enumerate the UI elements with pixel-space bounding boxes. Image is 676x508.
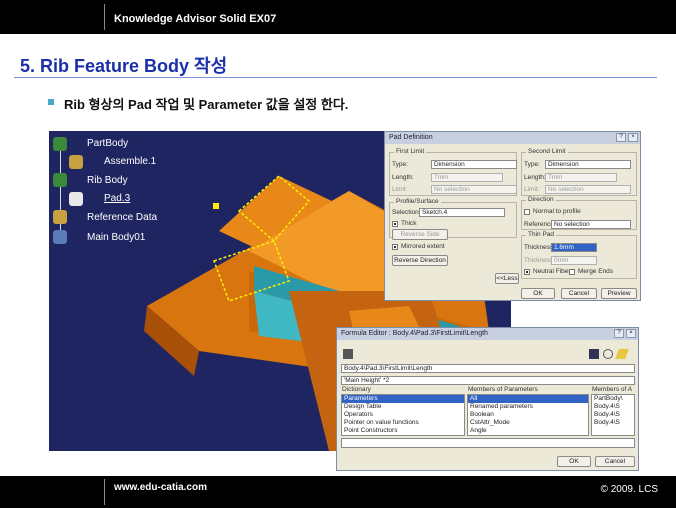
reverse-direction-button[interactable]: Reverse Direction: [392, 255, 448, 266]
pad-definition-dialog: Pad Definition ? × First Limit Type: Dim…: [384, 131, 641, 301]
thick-label: Thick: [401, 220, 417, 227]
list-item[interactable]: Body.4\S: [592, 411, 634, 419]
less-button[interactable]: <<Less: [495, 273, 519, 284]
slide-title: 5. Rib Feature Body 작성: [20, 56, 228, 76]
help-icon[interactable]: ?: [616, 133, 626, 142]
body-icon: [53, 230, 67, 244]
header-bar: Knowledge Advisor Solid EX07: [0, 0, 676, 34]
limit-label: Limit:: [392, 186, 408, 193]
list-item[interactable]: Boolean: [468, 411, 588, 419]
tree-item-assemble[interactable]: Assemble.1: [104, 156, 156, 167]
first-length-field[interactable]: 7mm: [431, 173, 503, 182]
selection-field[interactable]: Sketch.4: [419, 208, 505, 217]
mirrored-checkbox[interactable]: [392, 244, 398, 250]
preview-button[interactable]: Preview: [601, 288, 637, 299]
list-item[interactable]: Operators: [342, 411, 464, 419]
length-label: Length:: [524, 174, 546, 181]
tree-line: [60, 145, 61, 240]
list-item[interactable]: Pointer on value functions: [342, 419, 464, 427]
thickness1-field[interactable]: 1.6mm: [551, 243, 597, 252]
length-label: Length:: [392, 174, 414, 181]
parameter-path-field[interactable]: Body.4\Pad.3\FirstLimit\Length: [341, 364, 635, 373]
second-limit-label: Second Limit: [526, 148, 568, 155]
list-item[interactable]: Point Constructors: [342, 427, 464, 435]
members-list[interactable]: All Renamed parameters Boolean CstAttr_M…: [467, 394, 589, 436]
type-label: Type:: [524, 161, 540, 168]
neutral-checkbox[interactable]: [524, 269, 530, 275]
profile-label: Profile/Surface: [394, 198, 441, 205]
formula-editor-dialog: Formula Editor : Body.4\Pad.3\FirstLimit…: [336, 327, 639, 471]
dialog-titlebar: Pad Definition: [385, 132, 640, 144]
thickness2-field[interactable]: 0mm: [551, 256, 597, 265]
gear-icon: [53, 137, 67, 151]
list-item[interactable]: Body.4\S: [592, 419, 634, 427]
footer-copyright: © 2009. LCS: [600, 484, 658, 495]
cancel-button[interactable]: Cancel: [595, 456, 635, 467]
thick-checkbox[interactable]: [392, 221, 398, 227]
list-item[interactable]: Renamed parameters: [468, 403, 588, 411]
ok-button[interactable]: OK: [521, 288, 555, 299]
footer-bar: www.edu-catia.com © 2009. LCS: [0, 476, 676, 508]
members-a-label: Members of A: [592, 386, 633, 393]
merge-checkbox[interactable]: [569, 269, 575, 275]
list-item[interactable]: Body.4\S: [592, 403, 634, 411]
ok-button[interactable]: OK: [557, 456, 591, 467]
reference-field[interactable]: No selection: [551, 220, 631, 229]
close-icon[interactable]: ×: [626, 329, 636, 338]
tree-item-reference-data[interactable]: Reference Data: [87, 212, 157, 223]
tree-item-main-body[interactable]: Main Body01: [87, 232, 145, 243]
second-length-field[interactable]: 7mm: [545, 173, 617, 182]
footer-divider: [104, 479, 105, 505]
first-limit-field[interactable]: No selection: [431, 185, 517, 194]
description-field: [341, 438, 635, 448]
help-icon[interactable]: ?: [614, 329, 624, 338]
tree-item-rib-body[interactable]: Rib Body: [87, 175, 128, 186]
list-item[interactable]: All: [468, 395, 588, 403]
merge-label: Merge Ends: [578, 268, 614, 275]
first-type-select[interactable]: Dimension: [431, 160, 517, 169]
mirrored-label: Mirrored extent: [401, 243, 445, 250]
list-item[interactable]: Design Table: [342, 403, 464, 411]
selection-label: Selection:: [392, 209, 421, 216]
bullet-icon: [48, 99, 54, 105]
title-underline: [14, 77, 657, 78]
tree-item-partbody[interactable]: PartBody: [87, 138, 128, 149]
cancel-button[interactable]: Cancel: [561, 288, 597, 299]
reverse-side-button[interactable]: Reverse Side: [392, 229, 448, 240]
dictionary-label: Dictionary: [342, 386, 371, 393]
formula-input[interactable]: 'Main Height' *2: [341, 376, 635, 385]
direction-label: Direction: [526, 196, 556, 203]
dialog-titlebar: Formula Editor : Body.4\Pad.3\FirstLimit…: [337, 328, 638, 340]
eraser-icon[interactable]: [615, 349, 629, 359]
normal-checkbox[interactable]: [524, 209, 530, 215]
dictionary-list[interactable]: Parameters Design Table Operators Pointe…: [341, 394, 465, 436]
limit-label: Limit:: [524, 186, 540, 193]
members-label: Members of Parameters: [468, 386, 538, 393]
list-item[interactable]: Parameters: [342, 395, 464, 403]
header-title: Knowledge Advisor Solid EX07: [114, 13, 277, 25]
assembly-icon: [69, 155, 83, 169]
gear-icon: [53, 173, 67, 187]
list-item[interactable]: PartBody\: [592, 395, 634, 403]
reference-icon: [53, 210, 67, 224]
list-item[interactable]: CstAttr_Mode: [468, 419, 588, 427]
tree-item-pad[interactable]: Pad.3: [104, 193, 130, 204]
header-divider: [104, 4, 105, 30]
bullet-text: Rib 형상의 Pad 작업 및 Parameter 값을 설정 한다.: [64, 97, 349, 112]
formula-icon[interactable]: [343, 349, 353, 359]
close-icon[interactable]: ×: [628, 133, 638, 142]
normal-label: Normal to profile: [533, 208, 581, 215]
second-limit-field[interactable]: No selection: [545, 185, 631, 194]
second-type-select[interactable]: Dimension: [545, 160, 631, 169]
comment-icon[interactable]: [603, 349, 613, 359]
pad-icon: [69, 192, 83, 206]
list-item[interactable]: Angle: [468, 427, 588, 435]
toolbar-icon[interactable]: [589, 349, 599, 359]
first-limit-label: First Limit: [394, 148, 427, 155]
members-a-list[interactable]: PartBody\ Body.4\S Body.4\S Body.4\S: [591, 394, 635, 436]
type-label: Type:: [392, 161, 408, 168]
neutral-label: Neutral Fiber: [533, 268, 571, 275]
thin-pad-label: Thin Pad: [526, 231, 557, 238]
footer-url: www.edu-catia.com: [114, 482, 207, 493]
